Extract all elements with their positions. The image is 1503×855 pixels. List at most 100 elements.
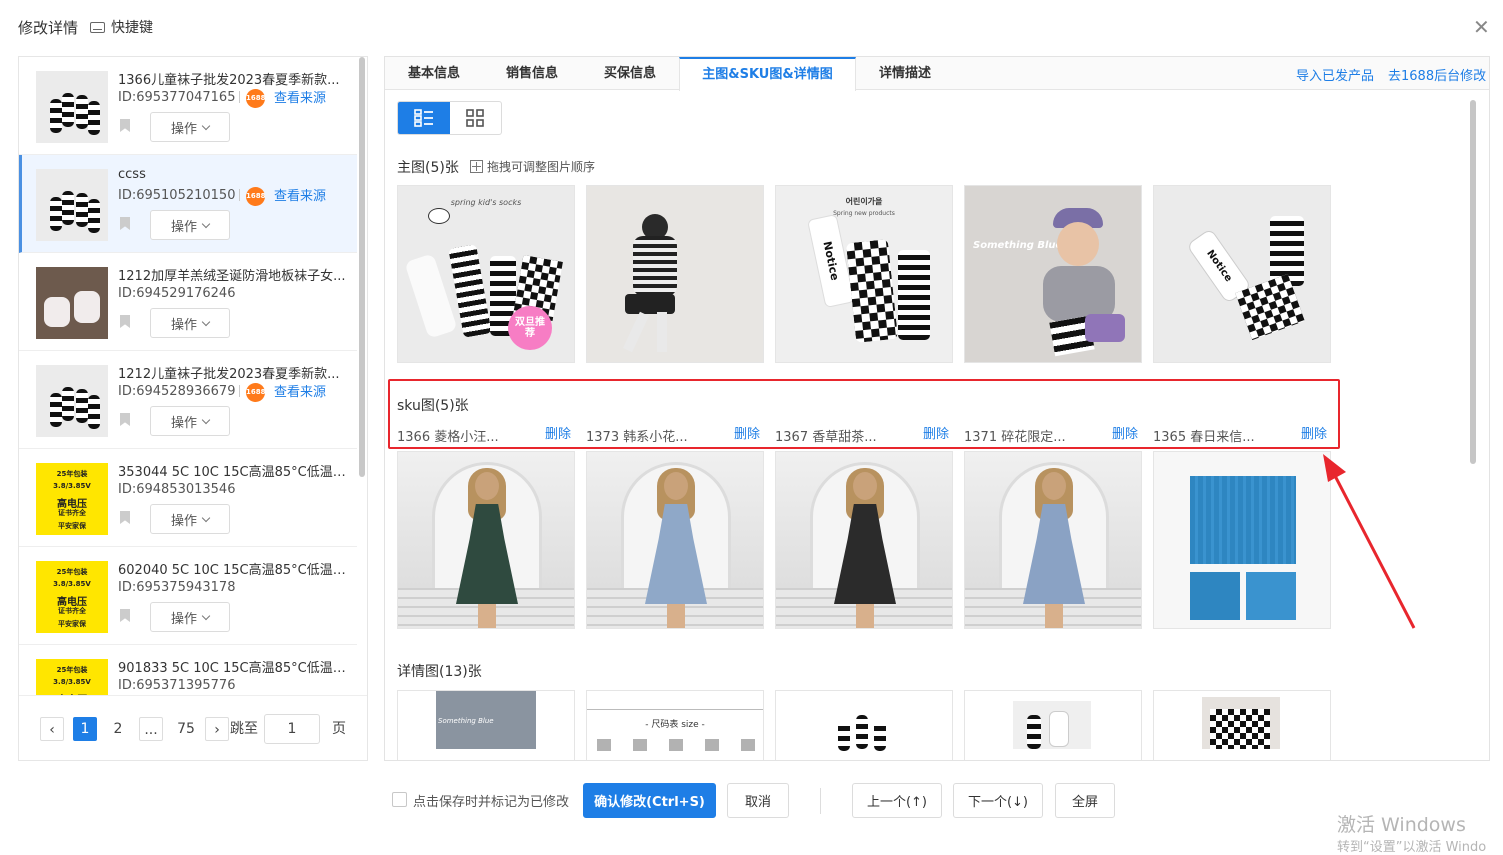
sku-label: 1371 碎花限定... [964, 430, 1066, 445]
product-thumbnail: 25年包装3.8/3.85V高电压证书齐全平安家保 [36, 463, 108, 535]
fullscreen-button[interactable]: 全屏 [1055, 783, 1115, 818]
mark-modified-checkbox[interactable] [392, 792, 407, 807]
tab-buy-info[interactable]: 买保信息 [581, 57, 679, 90]
confirm-button[interactable]: 确认修改(Ctrl+S) [583, 783, 716, 818]
product-list-item[interactable]: 1212儿童袜子批发2023春夏季新款... ID:694528936679 168… [19, 351, 357, 449]
sku-image[interactable] [1153, 451, 1331, 629]
operation-label: 操作 [170, 121, 197, 137]
list-view-icon[interactable] [398, 102, 450, 134]
product-id: ID:694853013546 [118, 482, 236, 497]
product-list-scrollbar[interactable] [359, 57, 365, 477]
sku-delete-link[interactable]: 删除 [734, 423, 760, 442]
battery-thumb-text: 证书齐全 [58, 509, 86, 517]
main-image-5[interactable]: Notice [1153, 185, 1331, 363]
page-ellipsis[interactable]: ... [139, 717, 163, 741]
cancel-button[interactable]: 取消 [727, 783, 789, 818]
bookmark-icon[interactable] [120, 217, 130, 230]
product-id: ID:695105210150 [118, 188, 236, 203]
prev-button[interactable]: 上一个(↑) [852, 783, 942, 818]
grid-view-icon[interactable] [450, 102, 502, 134]
operation-label: 操作 [170, 611, 197, 627]
detail-image-1[interactable]: Something Blue [397, 690, 575, 760]
main-image-4[interactable]: Something Blue [964, 185, 1142, 363]
main-image-1[interactable]: spring kid's socks 双旦推荐 [397, 185, 575, 363]
sku-delete-link[interactable]: 删除 [923, 423, 949, 442]
operation-label: 操作 [170, 317, 197, 333]
product-thumbnail [36, 71, 108, 143]
product-list-item[interactable]: 1212加厚羊羔绒圣诞防滑地板袜子女... ID:694529176246 操作 [19, 253, 357, 351]
sku-delete-link[interactable]: 删除 [545, 423, 571, 442]
bookmark-icon[interactable] [120, 119, 130, 132]
mark-modified-label: 点击保存时并标记为已修改 [413, 795, 570, 810]
operation-dropdown[interactable]: 操作 [150, 210, 230, 240]
battery-thumb-text: 3.8/3.85V [53, 678, 91, 686]
badge-1688-icon: 1688 [246, 89, 265, 108]
tab-images[interactable]: 主图&SKU图&详情图 [679, 57, 856, 91]
bookmark-icon[interactable] [120, 315, 130, 328]
battery-thumb-text: 3.8/3.85V [53, 580, 91, 588]
sku-delete-link[interactable]: 删除 [1112, 423, 1138, 442]
image-panel-scrollbar[interactable] [1470, 100, 1476, 464]
next-button[interactable]: 下一个(↓) [953, 783, 1043, 818]
page-75[interactable]: 75 [171, 717, 201, 741]
product-id: ID:694528936679 [118, 384, 236, 399]
close-icon[interactable]: ✕ [1473, 17, 1490, 37]
operation-dropdown[interactable]: 操作 [150, 112, 230, 142]
product-id: ID:695377047165 [118, 90, 236, 105]
product-list-item[interactable]: ccss ID:695105210150 1688 查看来源 操作 [19, 155, 357, 253]
main-image-1-text: spring kid's socks [450, 198, 522, 207]
detail-image-5[interactable] [1153, 690, 1331, 760]
main-image-5-text: Notice [1204, 248, 1234, 284]
battery-thumb-text: 25年包装 [56, 568, 88, 576]
main-image-3[interactable]: 어린이가을 Spring new products Notice [775, 185, 953, 363]
product-thumbnail [36, 267, 108, 339]
operation-dropdown[interactable]: 操作 [150, 504, 230, 534]
battery-thumb-text: 证书齐全 [58, 607, 86, 615]
sku-delete-link[interactable]: 删除 [1301, 423, 1327, 442]
main-image-2[interactable] [586, 185, 764, 363]
bookmark-icon[interactable] [120, 413, 130, 426]
view-source-link[interactable]: 查看来源 [274, 381, 326, 400]
page-2[interactable]: 2 [106, 717, 130, 741]
page-1[interactable]: 1 [73, 717, 97, 741]
operation-dropdown[interactable]: 操作 [150, 406, 230, 436]
product-list-item[interactable]: 25年包装 3.8/3.85V 高电压 证书齐全 平安家保 353044 5C 10C 1… [19, 449, 357, 547]
detail-image-2[interactable]: - 尺码表 size - [586, 690, 764, 760]
goto-page-input[interactable]: 1 [264, 714, 320, 744]
view-toggle [397, 101, 502, 135]
sku-image[interactable] [586, 451, 764, 629]
sku-image[interactable] [964, 451, 1142, 629]
chevron-down-icon [201, 415, 211, 424]
operation-label: 操作 [170, 219, 197, 235]
drag-hint: 拖拽可调整图片顺序 [470, 158, 595, 175]
bookmark-icon[interactable] [120, 511, 130, 524]
product-list-item[interactable]: 25年包装 3.8/3.85V 高电压 证书齐全 平安家保 602040 5C 10C 1… [19, 547, 357, 645]
tab-description[interactable]: 详情描述 [856, 57, 954, 90]
detail-image-1-text: Something Blue [438, 717, 494, 725]
view-source-link[interactable]: 查看来源 [274, 185, 326, 204]
product-title: 901833 5C 10C 15C高温85°C低温4... [118, 661, 350, 676]
view-source-link[interactable]: 查看来源 [274, 87, 326, 106]
tab-basic-info[interactable]: 基本信息 [385, 57, 483, 90]
shortcut-button[interactable]: 快捷键 [90, 17, 153, 37]
tab-sales-info[interactable]: 销售信息 [483, 57, 581, 90]
product-id: ID:695375943178 [118, 580, 236, 595]
product-list-item[interactable]: 1366儿童袜子批发2023春夏季新款... ID:695377047165 168… [19, 57, 357, 155]
sku-label: 1367 香草甜茶... [775, 430, 877, 445]
operation-dropdown[interactable]: 操作 [150, 602, 230, 632]
product-title: 1212儿童袜子批发2023春夏季新款... [118, 367, 340, 382]
detail-image-4[interactable] [964, 690, 1142, 760]
sku-image[interactable] [397, 451, 575, 629]
sku-images-title: sku图(5)张 [397, 398, 469, 414]
operation-dropdown[interactable]: 操作 [150, 308, 230, 338]
import-published-link[interactable]: 导入已发产品 [1296, 65, 1374, 84]
id-separator [239, 189, 240, 201]
product-title: 602040 5C 10C 15C高温85°C低温4... [118, 563, 350, 578]
next-page-icon[interactable]: › [205, 717, 229, 741]
bookmark-icon[interactable] [120, 609, 130, 622]
drag-move-icon [470, 160, 483, 173]
prev-page-icon[interactable]: ‹ [40, 717, 64, 741]
goto-1688-link[interactable]: 去1688后台修改 [1388, 65, 1486, 84]
detail-image-3[interactable] [775, 690, 953, 760]
sku-image[interactable] [775, 451, 953, 629]
